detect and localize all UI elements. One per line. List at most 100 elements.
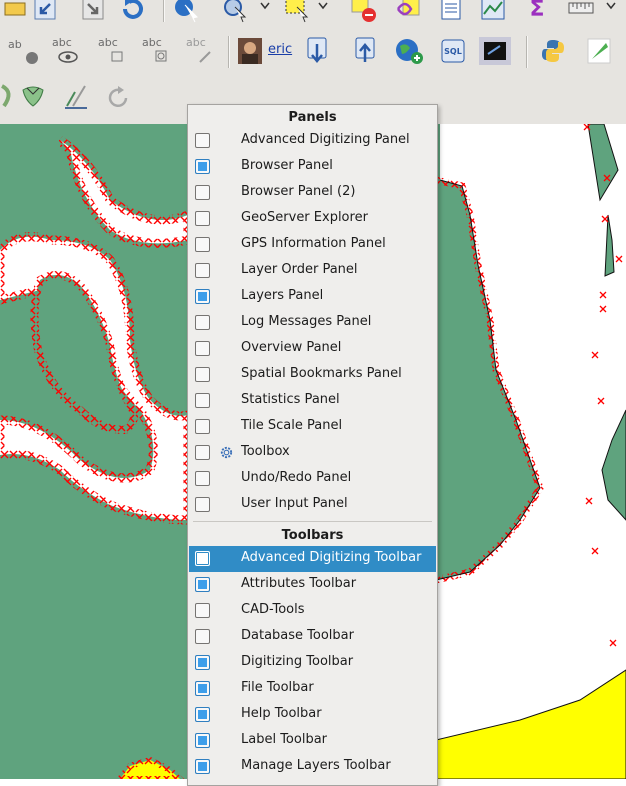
menu-item-geoserver-explorer[interactable]: GeoServer Explorer (189, 206, 436, 232)
plugin-icon[interactable] (584, 36, 614, 66)
change-label-icon[interactable]: abc (182, 36, 218, 66)
redo-icon[interactable] (104, 82, 134, 112)
checkbox[interactable] (195, 655, 210, 670)
menu-item-browser-panel-2[interactable]: Browser Panel (2) (189, 180, 436, 206)
menu-item-label: Log Messages Panel (241, 314, 372, 329)
checkbox[interactable] (195, 445, 210, 460)
statistical-summary-icon[interactable] (478, 0, 508, 24)
menu-item-log-messages-panel[interactable]: Log Messages Panel (189, 310, 436, 336)
chevron-down-icon[interactable] (318, 0, 328, 16)
deselect-features-icon[interactable] (348, 0, 378, 24)
menu-item-layer-order-panel[interactable]: Layer Order Panel (189, 258, 436, 284)
checkbox[interactable] (195, 185, 210, 200)
menu-item-advanced-digitizing-toolbar[interactable]: Advanced Digitizing Toolbar (189, 546, 436, 572)
upload-icon[interactable] (350, 36, 380, 66)
menu-item-toolbox[interactable]: Toolbox (189, 440, 436, 466)
select-by-rectangle-icon[interactable] (282, 0, 312, 24)
checkbox[interactable] (195, 159, 210, 174)
menu-item-gps-information-panel[interactable]: GPS Information Panel (189, 232, 436, 258)
menu-item-attributes-toolbar[interactable]: Attributes Toolbar (189, 572, 436, 598)
menu-item-label: File Toolbar (241, 680, 314, 695)
checkbox[interactable] (195, 211, 210, 226)
sigma-icon[interactable]: Σ (522, 0, 552, 24)
panels-menu: Panels Advanced Digitizing Panel Browser… (187, 104, 438, 786)
polygon-feature[interactable] (587, 124, 619, 202)
checkbox[interactable] (195, 577, 210, 592)
sql-label: SQL (444, 46, 462, 56)
menu-item-label: Browser Panel (2) (241, 184, 356, 199)
menu-item-cad-tools[interactable]: CAD-Tools (189, 598, 436, 624)
checkbox[interactable] (195, 315, 210, 330)
polygon-feature[interactable] (604, 214, 615, 277)
menu-item-browser-panel[interactable]: Browser Panel (189, 154, 436, 180)
menu-item-label: Layers Panel (241, 288, 324, 303)
yellow-feature[interactable] (435, 669, 626, 779)
chevron-down-icon[interactable] (260, 0, 270, 16)
checkbox[interactable] (195, 733, 210, 748)
checkbox[interactable] (195, 497, 210, 512)
reshape-features-icon[interactable] (18, 82, 48, 112)
menu-item-statistics-panel[interactable]: Statistics Panel (189, 388, 436, 414)
checkbox[interactable] (195, 681, 210, 696)
menu-item-help-toolbar[interactable]: Help Toolbar (189, 702, 436, 728)
menu-item-undo-redo-panel[interactable]: Undo/Redo Panel (189, 466, 436, 492)
identify-features-icon[interactable] (172, 0, 202, 24)
toolbar-row-1: Σ (0, 0, 626, 26)
menu-item-layers-panel[interactable]: Layers Panel (189, 284, 436, 310)
menu-item-tile-scale-panel[interactable]: Tile Scale Panel (189, 414, 436, 440)
panels-heading: Panels (288, 110, 337, 125)
checkbox[interactable] (195, 341, 210, 356)
menu-item-file-toolbar[interactable]: File Toolbar (189, 676, 436, 702)
checkbox[interactable] (195, 237, 210, 252)
gear-icon (220, 446, 233, 459)
menu-item-label: Attributes Toolbar (241, 576, 357, 591)
sql-icon[interactable]: SQL (438, 36, 468, 66)
zoom-to-selection-icon[interactable] (78, 0, 108, 24)
checkbox[interactable] (195, 263, 210, 278)
user-link[interactable]: eric (268, 42, 292, 57)
download-icon[interactable] (302, 36, 332, 66)
checkbox[interactable] (195, 629, 210, 644)
checkbox[interactable] (195, 289, 210, 304)
checkbox[interactable] (195, 759, 210, 774)
checkbox[interactable] (195, 603, 210, 618)
select-by-expression-icon[interactable] (394, 0, 424, 24)
menu-item-database-toolbar[interactable]: Database Toolbar (189, 624, 436, 650)
polygon-feature[interactable] (601, 409, 626, 521)
map-tool-icon[interactable] (0, 0, 30, 24)
chevron-down-icon[interactable] (606, 0, 616, 16)
refresh-icon[interactable] (118, 0, 148, 24)
add-web-layer-icon[interactable] (394, 36, 424, 66)
show-labels-icon[interactable]: abc (48, 36, 84, 66)
checkbox[interactable] (195, 419, 210, 434)
menu-item-label-toolbar[interactable]: Label Toolbar (189, 728, 436, 754)
avatar[interactable] (238, 38, 262, 64)
label-tool-icon[interactable]: ab (4, 36, 40, 66)
menu-item-manage-layers-toolbar[interactable]: Manage Layers Toolbar (189, 754, 436, 780)
offset-curve-icon[interactable] (62, 82, 92, 112)
rotate-label-icon[interactable]: abc (138, 36, 174, 66)
menu-item-spatial-bookmarks-panel[interactable]: Spatial Bookmarks Panel (189, 362, 436, 388)
checkbox[interactable] (195, 471, 210, 486)
menu-item-overview-panel[interactable]: Overview Panel (189, 336, 436, 362)
menu-item-label: Overview Panel (241, 340, 342, 355)
checkbox[interactable] (195, 367, 210, 382)
move-label-icon[interactable]: abc (94, 36, 130, 66)
database-icon[interactable] (478, 36, 512, 66)
checkbox[interactable] (195, 133, 210, 148)
toolbars-heading: Toolbars (281, 528, 344, 543)
menu-item-label: Advanced Digitizing Panel (241, 132, 410, 147)
checkbox[interactable] (195, 707, 210, 722)
pan-to-selection-icon[interactable] (30, 0, 60, 24)
select-features-icon[interactable] (220, 0, 250, 24)
menu-item-user-input-panel[interactable]: User Input Panel (189, 492, 436, 518)
menu-item-label: User Input Panel (241, 496, 348, 511)
checkbox[interactable] (195, 551, 210, 566)
measure-line-icon[interactable] (566, 0, 596, 24)
menu-item-label: Digitizing Toolbar (241, 654, 354, 669)
menu-item-advanced-digitizing-panel[interactable]: Advanced Digitizing Panel (189, 128, 436, 154)
python-icon[interactable] (538, 36, 568, 66)
checkbox[interactable] (195, 393, 210, 408)
menu-item-digitizing-toolbar[interactable]: Digitizing Toolbar (189, 650, 436, 676)
attribute-table-icon[interactable] (436, 0, 466, 24)
